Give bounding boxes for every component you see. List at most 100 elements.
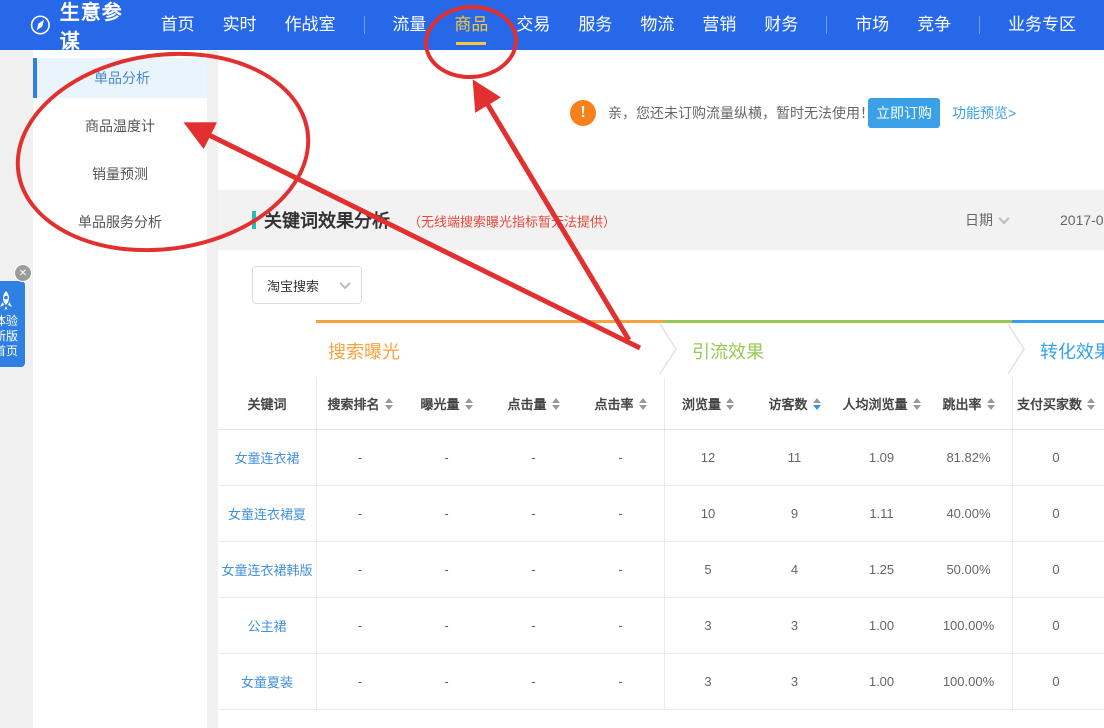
keyword-link[interactable]: 女童连衣裙韩版 — [218, 542, 316, 597]
nav-item-market[interactable]: 市场 — [855, 0, 889, 50]
nav-divider — [979, 16, 980, 34]
column-header-ctr[interactable]: 点击率 — [577, 378, 664, 429]
table-row: 女童连衣裙夏 - - - - 10 9 1.11 40.00% 0 — [218, 486, 1104, 542]
main-panel: ! 亲，您还未订购流量纵横，暂时无法使用！ 立即订购 功能预览> 关键词效果分析… — [218, 50, 1104, 728]
nav-divider — [364, 16, 365, 34]
column-header-search-rank[interactable]: 搜索排名 — [316, 378, 403, 429]
column-header-label: 访客数 — [768, 394, 807, 413]
table-row: 女童连衣裙韩版 - - - - 5 4 1.25 50.00% 0 — [218, 542, 1104, 598]
section-header: 关键词效果分析 （无线端搜索曝光指标暂无法提供） 日期 2017-0 — [218, 190, 1104, 250]
nav-item-logistics[interactable]: 物流 — [640, 0, 674, 50]
cell-value: - — [403, 598, 490, 653]
sidebar-item-sales-forecast[interactable]: 销量预测 — [33, 154, 207, 194]
cell-value: 1.11 — [838, 486, 925, 541]
column-header-label: 浏览量 — [682, 394, 721, 413]
group-search-exposure: 搜索曝光 — [316, 320, 664, 378]
cell-value: 1.09 — [838, 430, 925, 485]
date-label: 日期 — [965, 210, 993, 230]
sort-icon — [465, 398, 473, 410]
column-header-pageviews[interactable]: 浏览量 — [664, 378, 751, 429]
cell-value: - — [577, 542, 664, 597]
cell-value: 100.00% — [925, 654, 1012, 709]
table-row: 女童夏装 - - - - 3 3 1.00 100.00% 0 — [218, 654, 1104, 710]
notice-text: 亲，您还未订购流量纵横，暂时无法使用！ — [608, 103, 874, 123]
nav-item-business-zone[interactable]: 业务专区 — [1008, 0, 1076, 50]
table-header-row: 关键词 搜索排名 曝光量 点击量 点击率 浏览量 访客数 人均浏览量 跳出率 支… — [218, 378, 1104, 430]
subscription-notice: ! 亲，您还未订购流量纵横，暂时无法使用！ 立即订购 功能预览> — [218, 88, 1104, 138]
table-row: 女童连衣裙 - - - - 12 11 1.09 81.82% 0 — [218, 430, 1104, 486]
column-header-label: 点击率 — [594, 394, 633, 413]
group-separator-chevron — [1006, 320, 1028, 378]
column-header-visitors[interactable]: 访客数 — [751, 378, 838, 429]
cell-value: 0 — [1012, 430, 1099, 485]
nav-item-service[interactable]: 服务 — [578, 0, 612, 50]
sort-icon — [1087, 398, 1095, 410]
nav-item-competition[interactable]: 竞争 — [917, 0, 951, 50]
keyword-link[interactable]: 公主裙 — [218, 598, 316, 653]
cell-value: - — [577, 598, 664, 653]
nav-item-product[interactable]: 商品 — [454, 0, 488, 50]
cell-value: 1.25 — [838, 542, 925, 597]
cell-value: 0 — [1012, 542, 1099, 597]
title-accent-bar — [252, 211, 256, 229]
search-source-dropdown[interactable]: 淘宝搜索 — [252, 266, 362, 304]
nav-item-traffic[interactable]: 流量 — [392, 0, 426, 50]
column-header-clicks[interactable]: 点击量 — [490, 378, 577, 429]
keyword-link[interactable]: 女童连衣裙 — [218, 430, 316, 485]
cell-value: - — [490, 486, 577, 541]
nav-item-realtime[interactable]: 实时 — [223, 0, 257, 50]
feature-preview-link[interactable]: 功能预览> — [952, 103, 1016, 123]
table-row: 公主裙 - - - - 3 3 1.00 100.00% 0 — [218, 598, 1104, 654]
sidebar-item-product-thermometer[interactable]: 商品温度计 — [33, 106, 207, 146]
cell-value: 3 — [664, 654, 751, 709]
nav-item-home[interactable]: 首页 — [161, 0, 195, 50]
dropdown-value: 淘宝搜索 — [267, 276, 319, 295]
badge-line: 新版 — [0, 329, 18, 344]
group-traffic-effect: 引流效果 — [664, 320, 1012, 378]
date-selector[interactable]: 日期 — [965, 210, 1008, 230]
nav-item-trade[interactable]: 交易 — [516, 0, 550, 50]
cell-value: - — [490, 598, 577, 653]
column-header-paid-buyers[interactable]: 支付买家数 — [1012, 378, 1099, 429]
column-header-keyword: 关键词 — [218, 378, 316, 429]
nav-item-marketing[interactable]: 营销 — [702, 0, 736, 50]
column-header-label: 支付买家数 — [1017, 394, 1082, 413]
warning-icon: ! — [570, 100, 596, 126]
column-header-avg-pageviews[interactable]: 人均浏览量 — [838, 378, 925, 429]
cell-value: - — [490, 654, 577, 709]
cell-value: - — [577, 430, 664, 485]
close-icon[interactable]: ✕ — [14, 264, 32, 282]
column-header-label: 点击量 — [507, 394, 546, 413]
keyword-link[interactable]: 女童夏装 — [218, 654, 316, 709]
chevron-down-icon — [998, 213, 1009, 224]
cell-value: - — [316, 654, 403, 709]
keyword-link[interactable]: 女童连衣裙夏 — [218, 486, 316, 541]
cell-value: 100.00% — [925, 598, 1012, 653]
cell-value: 10 — [664, 486, 751, 541]
sort-icon — [987, 398, 995, 410]
sidebar-item-item-analysis[interactable]: 单品分析 — [33, 58, 207, 98]
cell-clipped — [1099, 654, 1104, 709]
cell-value: 12 — [664, 430, 751, 485]
section-note: （无线端搜索曝光指标暂无法提供） — [408, 212, 616, 231]
cell-value: - — [403, 542, 490, 597]
new-version-badge[interactable]: 体验 新版 首页 — [0, 281, 25, 367]
cell-value: 0 — [1012, 654, 1099, 709]
column-header-label: 曝光量 — [420, 394, 459, 413]
sort-icon — [552, 398, 560, 410]
cell-clipped — [1099, 598, 1104, 653]
column-header-bounce-rate[interactable]: 跳出率 — [925, 378, 1012, 429]
cell-value: 1.00 — [838, 654, 925, 709]
cell-value: 0 — [1012, 486, 1099, 541]
column-header-clipped — [1099, 378, 1104, 429]
sort-icon-active — [813, 398, 821, 410]
order-now-button[interactable]: 立即订购 — [868, 98, 940, 128]
top-nav: 生意参谋 首页 实时 作战室 流量 商品 交易 服务 物流 营销 财务 市场 竞… — [0, 0, 1104, 50]
nav-item-warroom[interactable]: 作战室 — [285, 0, 336, 50]
column-header-label: 搜索排名 — [327, 394, 379, 413]
sidebar-item-item-service-analysis[interactable]: 单品服务分析 — [33, 202, 207, 242]
compass-logo-icon — [30, 12, 51, 38]
nav-item-finance[interactable]: 财务 — [764, 0, 798, 50]
brand[interactable]: 生意参谋 — [30, 0, 127, 54]
column-header-exposure[interactable]: 曝光量 — [403, 378, 490, 429]
